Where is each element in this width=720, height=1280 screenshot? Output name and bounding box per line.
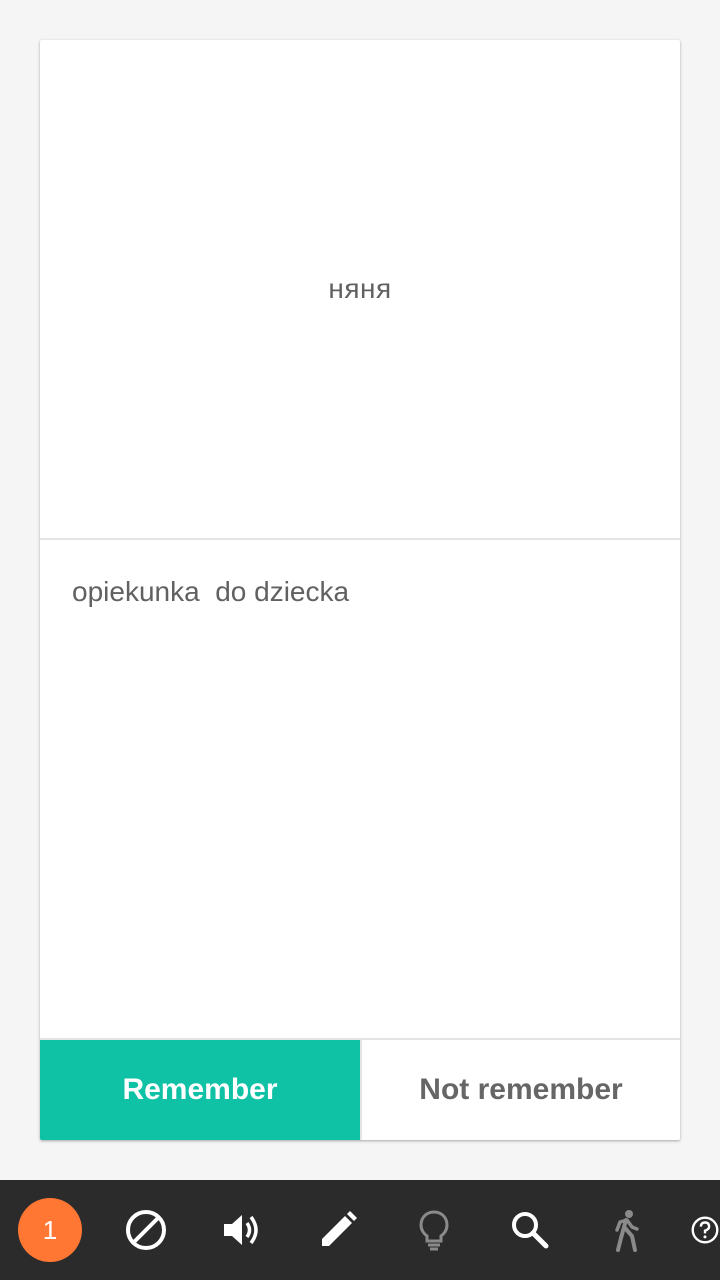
help-icon <box>691 1216 719 1244</box>
edit-icon <box>322 1211 357 1246</box>
card-front[interactable]: няня <box>40 40 680 538</box>
bottom-toolbar: 1 <box>0 1180 720 1280</box>
volume-icon <box>224 1215 258 1245</box>
front-word: няня <box>328 273 392 304</box>
answer-buttons: Remember Not remember <box>40 1038 680 1140</box>
back-translation: opiekunka do dziecka <box>72 576 350 607</box>
help-button[interactable] <box>690 1198 720 1262</box>
search-icon <box>512 1212 549 1249</box>
card-back: opiekunka do dziecka <box>40 540 680 1038</box>
remember-button[interactable]: Remember <box>40 1040 360 1140</box>
hint-button[interactable] <box>402 1198 466 1262</box>
counter-badge: 1 <box>18 1198 82 1262</box>
not-remember-button[interactable]: Not remember <box>360 1040 680 1140</box>
edit-button[interactable] <box>306 1198 370 1262</box>
walk-icon <box>615 1210 639 1252</box>
block-icon <box>126 1210 166 1250</box>
walk-button[interactable] <box>594 1198 658 1262</box>
search-button[interactable] <box>498 1198 562 1262</box>
block-button[interactable] <box>114 1198 178 1262</box>
counter-button[interactable]: 1 <box>18 1198 82 1262</box>
volume-button[interactable] <box>210 1198 274 1262</box>
lightbulb-icon <box>419 1210 449 1251</box>
flashcard: няня opiekunka do dziecka Remember Not r… <box>40 40 680 1140</box>
